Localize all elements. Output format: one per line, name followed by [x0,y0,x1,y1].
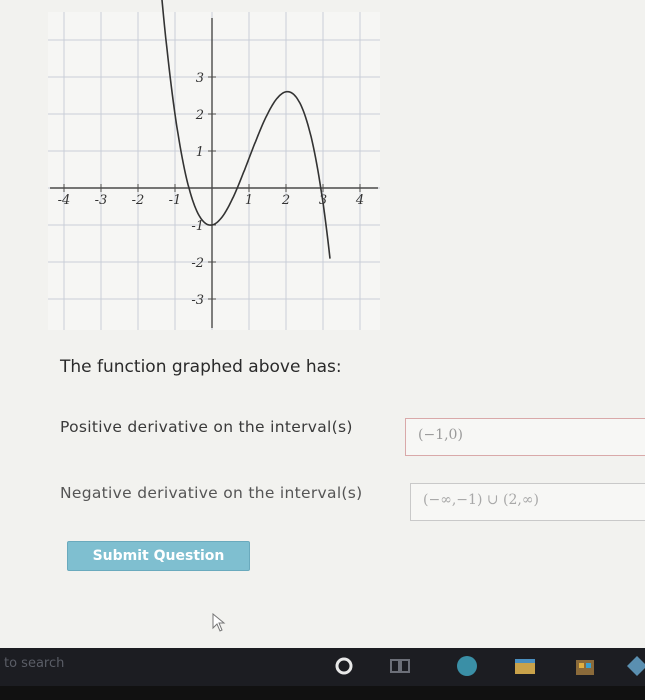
submit-question-button[interactable]: Submit Question [67,541,250,571]
y-tick-label: 2 [195,108,204,123]
taskbar-search[interactable]: to search [4,656,64,671]
store-icon[interactable] [573,654,597,678]
positive-derivative-input[interactable]: (−1,0) [405,418,645,456]
cortana-icon[interactable] [332,654,356,678]
positive-derivative-label: Positive derivative on the interval(s) [60,418,353,436]
y-tick-label: 1 [196,145,204,160]
x-tick-label: 2 [281,193,290,208]
x-tick-label: -4 [58,193,71,208]
x-tick-label: -2 [132,193,145,208]
taskbar: to search [0,648,645,686]
negative-derivative-label: Negative derivative on the interval(s) [60,484,363,502]
question-prompt: The function graphed above has: [60,357,342,377]
x-tick-label: -3 [95,193,108,208]
mouse-cursor-icon [212,613,226,632]
screen-bezel [0,686,645,700]
x-tick-label: 4 [355,193,364,208]
x-tick-label: 1 [245,193,253,208]
y-tick-label: 3 [196,71,204,86]
file-explorer-icon[interactable] [513,654,537,678]
graph-background [48,12,380,330]
positive-answer-value: (−1,0) [418,427,463,443]
edge-icon[interactable] [455,654,479,678]
x-tick-label: -1 [169,193,182,208]
negative-derivative-input[interactable]: (−∞,−1) ∪ (2,∞) [410,483,645,521]
browser-content: -5-4-3-2-112345321-1-2-3 The function gr… [0,0,645,648]
app-icon[interactable] [625,654,645,678]
y-tick-label: -3 [191,293,204,308]
y-tick-label: -2 [191,256,204,271]
negative-answer-value: (−∞,−1) ∪ (2,∞) [423,492,539,508]
task-view-icon[interactable] [388,654,412,678]
function-graph: -5-4-3-2-112345321-1-2-3 [21,0,401,340]
graph-svg: -5-4-3-2-112345321-1-2-3 [21,0,401,330]
